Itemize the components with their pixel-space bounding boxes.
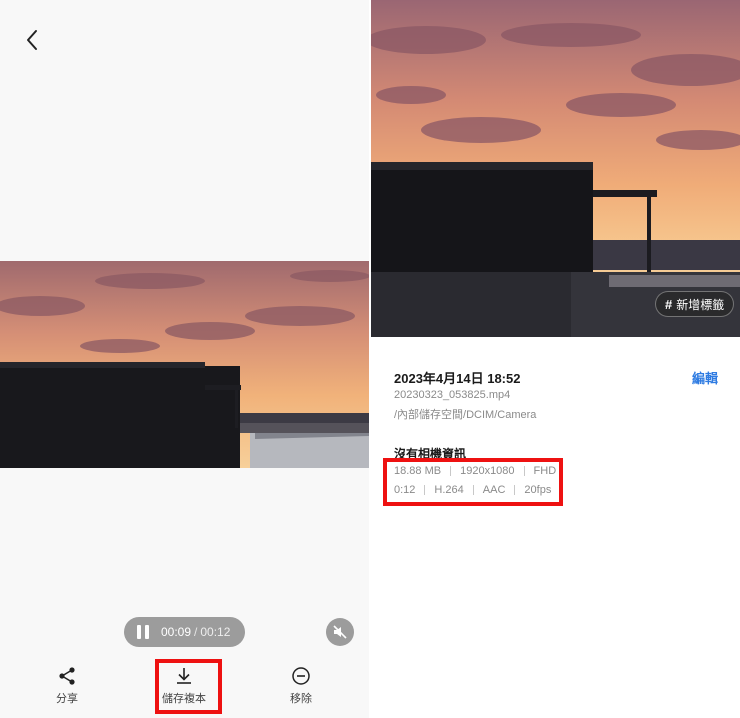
media-preview[interactable]	[371, 0, 740, 337]
add-tag-button[interactable]: # 新增標籤	[655, 291, 735, 317]
share-button[interactable]: 分享	[32, 666, 102, 706]
volume-off-icon	[333, 625, 347, 639]
minus-circle-icon	[292, 667, 310, 685]
add-tag-label: 新增標籤	[676, 297, 725, 312]
playback-controls: 00:09 / 00:12	[124, 617, 245, 647]
file-path: /內部儲存空間/DCIM/Camera	[394, 409, 537, 421]
time-separator: /	[194, 625, 198, 639]
pause-icon[interactable]	[137, 625, 151, 639]
date-time: 2023年4月14日 18:52	[394, 371, 521, 386]
share-icon	[59, 667, 75, 685]
specs-highlight	[383, 458, 563, 506]
video-viewer: 00:09 / 00:12 分享 儲存複本 移除	[0, 0, 369, 718]
hash-icon: #	[665, 296, 673, 312]
mute-button[interactable]	[326, 618, 354, 646]
edit-button[interactable]: 編輯	[692, 368, 718, 387]
chevron-left-icon	[27, 30, 37, 50]
back-button[interactable]	[20, 26, 46, 54]
save-copy-highlight	[155, 659, 222, 714]
details-panel: # 新增標籤 2023年4月14日 18:52 編輯 20230323_0538…	[371, 0, 740, 718]
file-name: 20230323_053825.mp4	[394, 389, 511, 401]
remove-button[interactable]: 移除	[266, 666, 336, 706]
current-time: 00:09	[161, 625, 192, 639]
remove-label: 移除	[290, 693, 312, 705]
total-time: 00:12	[200, 625, 231, 639]
share-label: 分享	[56, 693, 78, 705]
video-frame[interactable]	[0, 261, 369, 468]
